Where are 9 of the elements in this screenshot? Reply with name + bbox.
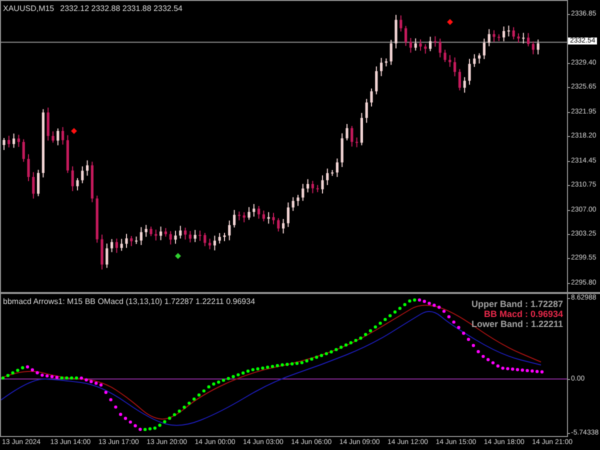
legend-text: Lower Band : 1.22211 xyxy=(471,319,563,329)
ohlc-values: 2332.12 2332.88 2331.88 2332.54 xyxy=(60,4,182,13)
legend-text: Upper Band : 1.72287 xyxy=(471,299,563,309)
diamond-marker xyxy=(447,19,453,25)
legend-text: BB Macd : 0.96934 xyxy=(484,309,563,319)
symbol-label: XAUUSD,M15 xyxy=(3,4,54,13)
indicator-title: bbmacd Arrows1: M15 BB OMacd (13,13,10) 1.72287 1.22211 0.96934 xyxy=(3,297,256,306)
diamond-marker xyxy=(71,128,77,134)
diamond-marker xyxy=(175,253,181,259)
